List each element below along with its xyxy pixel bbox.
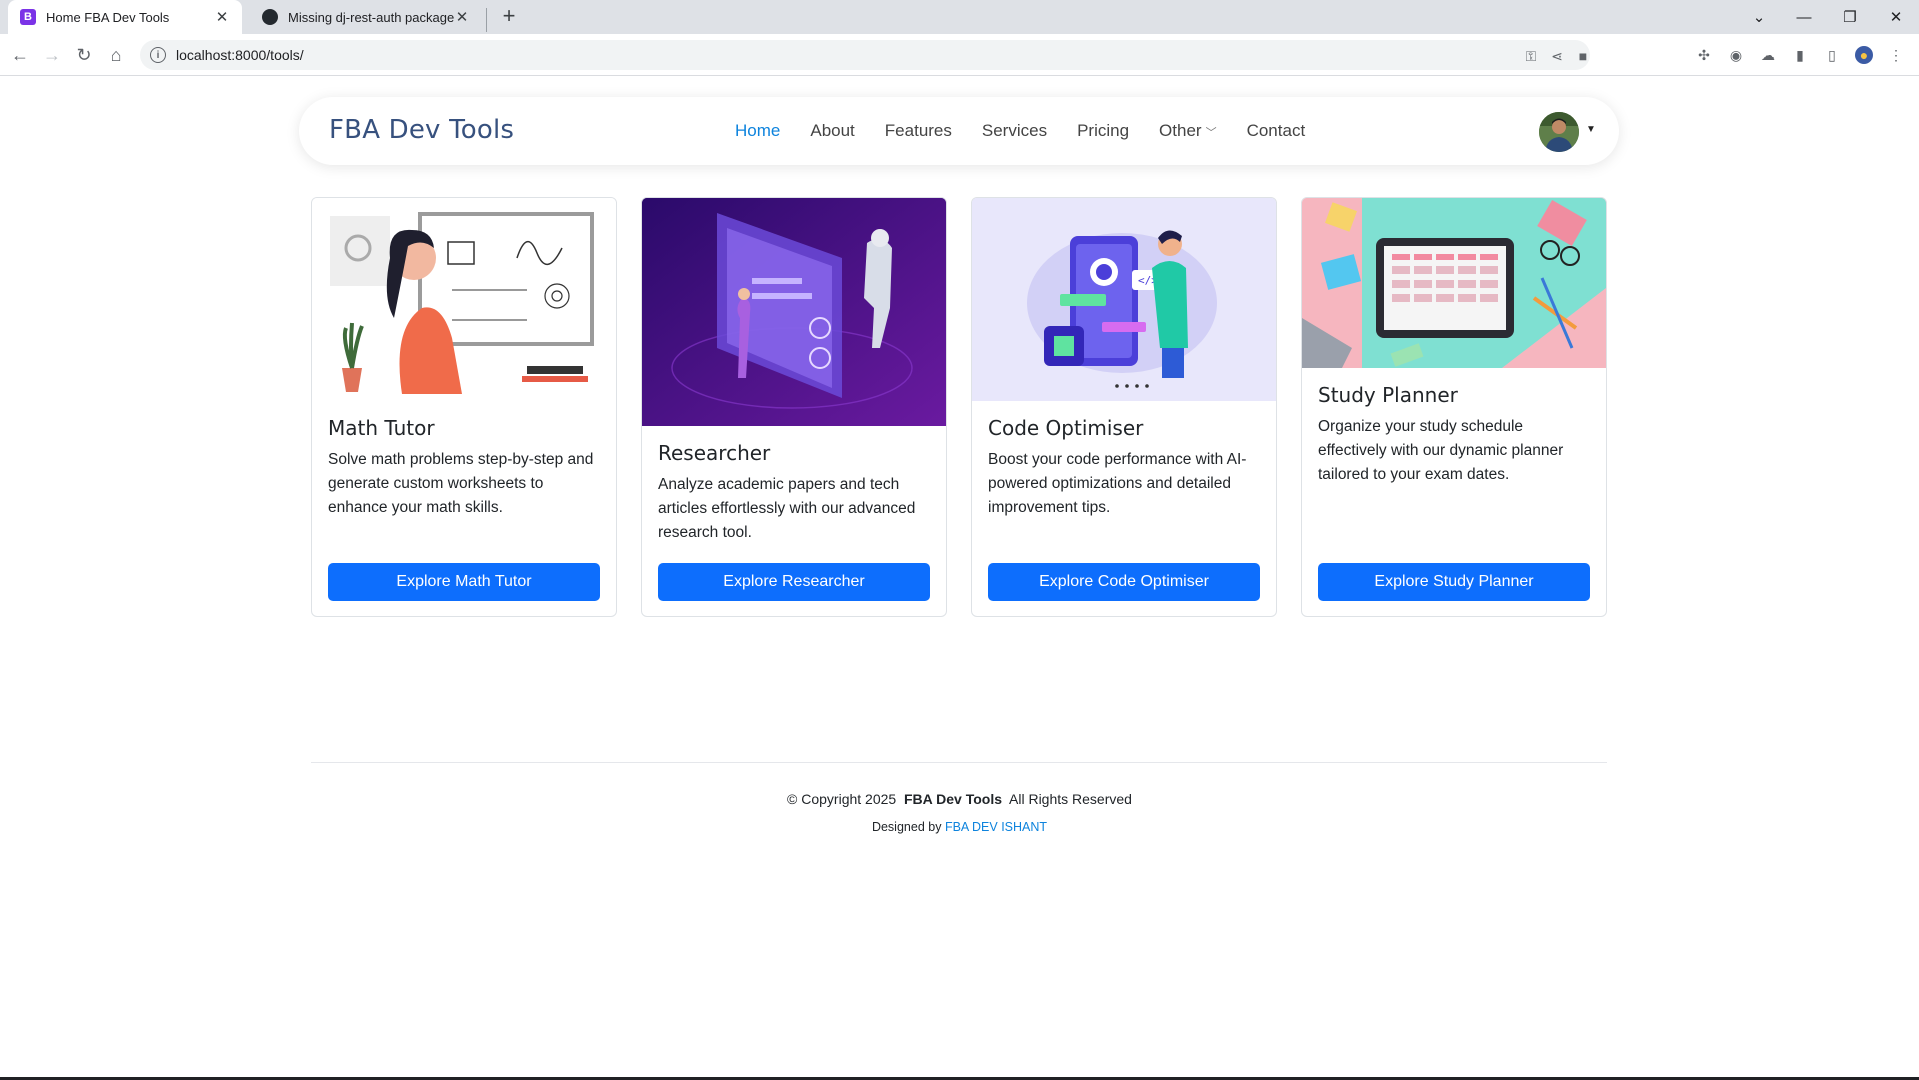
reload-icon[interactable]: ↻ bbox=[70, 41, 98, 69]
tab-search-icon[interactable]: ⌄ bbox=[1736, 0, 1782, 34]
home-icon[interactable]: ⌂ bbox=[102, 41, 130, 69]
designer-link[interactable]: FBA DEV ISHANT bbox=[945, 820, 1047, 834]
tab-title: Home FBA Dev Tools bbox=[46, 9, 170, 25]
site-navbar: FBA Dev Tools Home About Features Servic… bbox=[299, 97, 1619, 165]
researcher-illustration bbox=[642, 198, 946, 426]
tool-card-code-optimiser: </> Code Optimiser Boost your code perfo… bbox=[971, 197, 1277, 617]
profile-avatar-icon[interactable]: ● bbox=[1855, 46, 1873, 64]
card-title: Researcher bbox=[658, 441, 771, 465]
url-text[interactable]: localhost:8000/tools/ bbox=[176, 47, 304, 63]
password-key-icon[interactable]: ⚿ bbox=[1522, 47, 1540, 65]
bootstrap-favicon-icon: B bbox=[20, 9, 36, 25]
tool-card-researcher: Researcher Analyze academic papers and t… bbox=[641, 197, 947, 617]
extension-icon[interactable]: ☁ bbox=[1759, 46, 1777, 64]
reading-list-icon[interactable]: ▮ bbox=[1791, 46, 1809, 64]
footer-divider bbox=[311, 762, 1607, 763]
github-icon bbox=[262, 9, 278, 25]
card-description: Organize your study schedule effectively… bbox=[1318, 418, 1564, 483]
math-tutor-illustration bbox=[312, 198, 616, 394]
browser-tab-active[interactable]: B Home FBA Dev Tools ✕ bbox=[8, 0, 242, 34]
code-optimiser-illustration: </> bbox=[972, 198, 1276, 401]
card-description: Boost your code performance with AI-powe… bbox=[988, 451, 1247, 516]
kebab-menu-icon[interactable]: ⋮ bbox=[1887, 46, 1905, 64]
extensions-puzzle-icon[interactable]: ✣ bbox=[1695, 46, 1713, 64]
side-panel-icon[interactable]: ▯ bbox=[1823, 46, 1841, 64]
nav-other-dropdown[interactable]: Other ﹀ bbox=[1159, 121, 1217, 141]
restore-icon[interactable]: ❐ bbox=[1827, 0, 1873, 34]
caret-down-icon[interactable]: ▼ bbox=[1586, 124, 1596, 135]
close-window-icon[interactable]: ✕ bbox=[1873, 0, 1919, 34]
nav-services[interactable]: Services bbox=[982, 121, 1047, 141]
explore-code-optimiser-button[interactable]: Explore Code Optimiser bbox=[988, 563, 1260, 601]
designed-by-label: Designed by bbox=[871, 820, 942, 834]
explore-study-planner-button[interactable]: Explore Study Planner bbox=[1318, 563, 1590, 601]
new-tab-icon[interactable]: + bbox=[497, 3, 521, 29]
page-content: FBA Dev Tools Home About Features Servic… bbox=[0, 77, 1919, 1078]
tool-card-study-planner: Study Planner Organize your study schedu… bbox=[1301, 197, 1607, 617]
address-bar[interactable]: i localhost:8000/tools/ ⚿ ⋖ ■ bbox=[140, 40, 1590, 70]
card-title: Code Optimiser bbox=[988, 416, 1144, 440]
browser-tab[interactable]: Missing dj-rest-auth package ✕ bbox=[250, 0, 482, 34]
bookmark-icon[interactable]: ■ bbox=[1574, 47, 1592, 65]
nav-pricing[interactable]: Pricing bbox=[1077, 121, 1129, 141]
card-description: Analyze academic papers and tech article… bbox=[658, 476, 916, 541]
share-icon[interactable]: ⋖ bbox=[1548, 47, 1566, 65]
card-title: Math Tutor bbox=[328, 416, 435, 440]
card-title: Study Planner bbox=[1318, 383, 1458, 407]
extension-icon[interactable]: ◉ bbox=[1727, 46, 1745, 64]
nav-features[interactable]: Features bbox=[885, 121, 952, 141]
forward-icon[interactable]: → bbox=[38, 41, 66, 69]
nav-other-label: Other bbox=[1159, 121, 1202, 140]
close-tab-icon[interactable]: ✕ bbox=[214, 8, 230, 26]
footer-credits: Designed by FBA DEV ISHANT bbox=[0, 820, 1919, 834]
browser-toolbar: ← → ↻ ⌂ i localhost:8000/tools/ ⚿ ⋖ ■ ✣ … bbox=[0, 34, 1919, 76]
explore-researcher-button[interactable]: Explore Researcher bbox=[658, 563, 930, 601]
footer-brand: FBA Dev Tools bbox=[903, 791, 1002, 807]
footer-copyright: © Copyright 2025 FBA Dev Tools All Right… bbox=[0, 791, 1919, 807]
tool-card-math-tutor: Math Tutor Solve math problems step-by-s… bbox=[311, 197, 617, 617]
copyright-prefix: © Copyright 2025 bbox=[787, 791, 897, 807]
study-planner-illustration bbox=[1302, 198, 1606, 368]
nav-home[interactable]: Home bbox=[735, 121, 780, 141]
close-tab-icon[interactable]: ✕ bbox=[454, 8, 470, 26]
tools-grid: Math Tutor Solve math problems step-by-s… bbox=[311, 197, 1607, 617]
browser-tab-strip: B Home FBA Dev Tools ✕ Missing dj-rest-a… bbox=[0, 0, 1919, 34]
minimize-icon[interactable]: — bbox=[1781, 0, 1827, 34]
user-avatar[interactable] bbox=[1539, 112, 1579, 152]
rights-text: All Rights Reserved bbox=[1009, 791, 1132, 807]
tab-separator bbox=[486, 8, 487, 32]
back-icon[interactable]: ← bbox=[6, 41, 34, 69]
explore-math-tutor-button[interactable]: Explore Math Tutor bbox=[328, 563, 600, 601]
card-description: Solve math problems step-by-step and gen… bbox=[328, 451, 594, 516]
nav-menu: Home About Features Services Pricing Oth… bbox=[735, 97, 1335, 165]
nav-about[interactable]: About bbox=[810, 121, 854, 141]
site-info-icon[interactable]: i bbox=[150, 47, 166, 63]
tab-title: Missing dj-rest-auth package bbox=[288, 9, 454, 25]
chevron-down-icon: ﹀ bbox=[1205, 127, 1217, 139]
site-logo[interactable]: FBA Dev Tools bbox=[329, 115, 514, 145]
nav-contact[interactable]: Contact bbox=[1247, 121, 1306, 141]
